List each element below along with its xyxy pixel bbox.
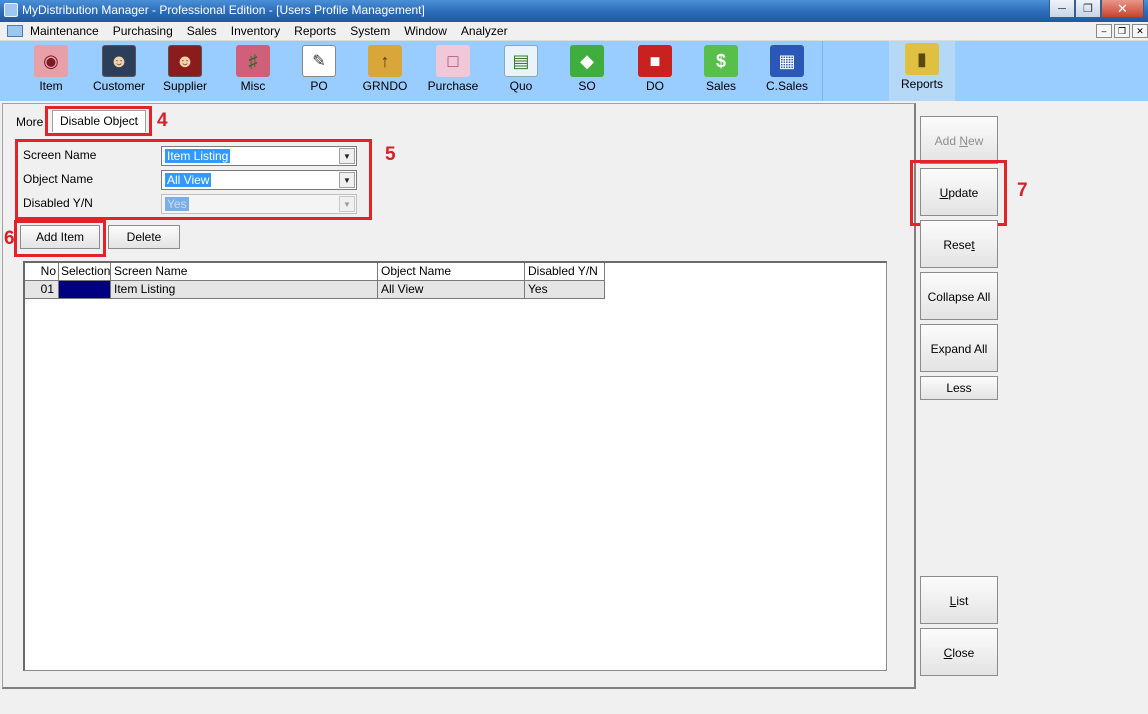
reports-icon: ▮ [905, 43, 939, 75]
toolbar-po[interactable]: ✎ PO [286, 43, 352, 97]
toolbar-grndo[interactable]: ↑ GRNDO [352, 43, 418, 97]
toolbar-customer[interactable]: ☻ Customer [86, 43, 152, 97]
column-header-no: No [25, 263, 59, 281]
toolbar-csales[interactable]: ▦ C.Sales [754, 43, 820, 97]
misc-icon: ♯ [236, 45, 270, 77]
delete-button[interactable]: Delete [108, 225, 180, 249]
reset-button[interactable]: Reset [920, 220, 998, 268]
item-icon: ◉ [34, 45, 68, 77]
annotation-5: 5 [385, 144, 396, 165]
cash-register-icon: ▦ [770, 45, 804, 77]
title-bar: MyDistribution Manager - Professional Ed… [0, 0, 1148, 22]
table-row-selection[interactable] [59, 281, 111, 299]
collapse-all-button[interactable]: Collapse All [920, 272, 998, 320]
list-button[interactable]: List [920, 576, 998, 624]
mdi-minimize-button[interactable]: – [1096, 24, 1112, 38]
toolbar-so[interactable]: ◆ SO [554, 43, 620, 97]
mdi-restore-button[interactable]: ❐ [1114, 24, 1130, 38]
column-header-selection: Selection [59, 263, 111, 281]
annotation-7: 7 [1017, 180, 1028, 201]
toolbar-item[interactable]: ◉ Item [18, 43, 84, 97]
toolbar-sales[interactable]: $ Sales [688, 43, 754, 97]
column-header-object-name: Object Name [378, 263, 525, 281]
menu-analyzer[interactable]: Analyzer [461, 24, 508, 38]
app-icon [4, 3, 18, 17]
annotation-4: 4 [157, 110, 168, 131]
close-button[interactable]: Close [920, 628, 998, 676]
toolbar-purchase[interactable]: □ Purchase [420, 43, 486, 97]
toolbar: ◉ Item ☻ Customer ☻ Supplier ♯ Misc ✎ PO… [0, 41, 1148, 101]
do-icon: ■ [638, 45, 672, 77]
menu-inventory[interactable]: Inventory [231, 24, 280, 38]
menu-system[interactable]: System [350, 24, 390, 38]
toolbar-do[interactable]: ■ DO [622, 43, 688, 97]
annotation-box-5 [15, 139, 372, 220]
menu-bar: Maintenance Purchasing Sales Inventory R… [0, 22, 1148, 41]
less-button[interactable]: Less [920, 376, 998, 400]
menu-maintenance[interactable]: Maintenance [30, 24, 99, 38]
toolbar-supplier[interactable]: ☻ Supplier [152, 43, 218, 97]
toolbar-quo[interactable]: ▤ Quo [488, 43, 554, 97]
annotation-box-4 [45, 106, 152, 136]
window-title: MyDistribution Manager - Professional Ed… [22, 3, 425, 17]
po-icon: ✎ [302, 45, 336, 77]
annotation-box-7 [910, 160, 1007, 226]
mdi-window-icon[interactable] [7, 25, 23, 37]
menu-sales[interactable]: Sales [187, 24, 217, 38]
tab-more[interactable]: More [16, 115, 43, 129]
annotation-6: 6 [4, 228, 15, 249]
menu-purchasing[interactable]: Purchasing [113, 24, 173, 38]
close-window-button[interactable]: ✕ [1101, 0, 1144, 18]
so-icon: ◆ [570, 45, 604, 77]
table-row-disabled-yn[interactable]: Yes [525, 281, 605, 299]
annotation-box-6 [14, 220, 106, 257]
supplier-icon: ☻ [168, 45, 202, 77]
column-header-disabled-yn: Disabled Y/N [525, 263, 605, 281]
column-header-screen-name: Screen Name [111, 263, 378, 281]
object-grid[interactable]: No Selection Screen Name Object Name Dis… [23, 261, 887, 671]
table-row-screen-name[interactable]: Item Listing [111, 281, 378, 299]
expand-all-button[interactable]: Expand All [920, 324, 998, 372]
table-row-object-name[interactable]: All View [378, 281, 525, 299]
restore-button[interactable]: ❐ [1075, 0, 1101, 18]
toolbar-misc[interactable]: ♯ Misc [220, 43, 286, 97]
menu-window[interactable]: Window [404, 24, 447, 38]
sales-icon: $ [704, 45, 738, 77]
purchase-icon: □ [436, 45, 470, 77]
grndo-icon: ↑ [368, 45, 402, 77]
menu-reports[interactable]: Reports [294, 24, 336, 38]
customer-icon: ☻ [102, 45, 136, 77]
add-new-button[interactable]: Add New [920, 116, 998, 164]
mdi-close-button[interactable]: ✕ [1132, 24, 1148, 38]
quo-icon: ▤ [504, 45, 538, 77]
toolbar-reports[interactable]: ▮ Reports [889, 41, 955, 101]
minimize-button[interactable]: ─ [1049, 0, 1075, 18]
status-bar [0, 689, 1148, 714]
table-row-no[interactable]: 01 [25, 281, 59, 299]
